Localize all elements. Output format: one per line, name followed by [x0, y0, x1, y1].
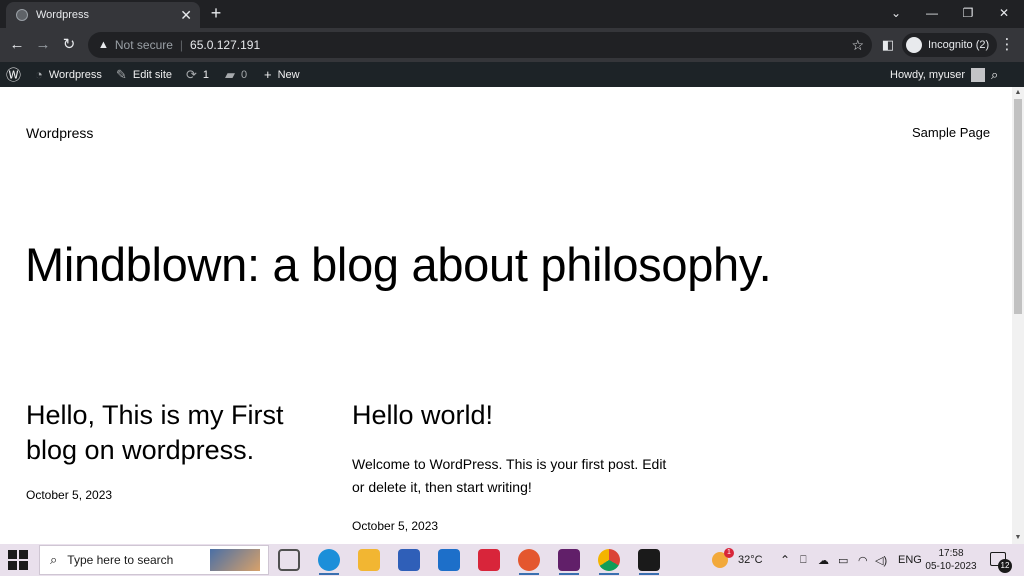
updates-icon: ⟳ [186, 66, 197, 82]
file-explorer-icon[interactable] [358, 549, 380, 571]
account-menu[interactable]: Howdy, myuser [890, 62, 985, 87]
url-text[interactable]: 65.0.127.191 [190, 38, 260, 52]
volume-icon[interactable]: ◁) [875, 544, 887, 576]
weather-temp: 32°C [738, 554, 763, 566]
edit-site-link[interactable]: ✎ Edit site [116, 62, 172, 87]
browser-tab[interactable]: Wordpress ✕ [6, 2, 200, 28]
browser-toolbar: ← → ↻ ▲ Not secure | 65.0.127.191 ☆ ◧ In… [0, 28, 1024, 62]
admin-site-name-label: Wordpress [48, 68, 102, 81]
taskbar-search-box[interactable]: ⌕ Type here to search [39, 545, 269, 575]
battery-icon[interactable]: ▭ [838, 544, 848, 576]
close-window-button[interactable]: ✕ [986, 2, 1022, 24]
microsoft-store-icon[interactable] [398, 549, 420, 571]
scroll-up-icon[interactable]: ▲ [1012, 87, 1024, 99]
search-icon: ⌕ [50, 552, 58, 567]
comments-link[interactable]: ▰ 0 [225, 62, 247, 87]
updates-count: 1 [202, 68, 210, 81]
todo-active-indicator [519, 573, 539, 575]
new-tab-button[interactable]: + [206, 3, 226, 23]
clock-time: 17:58 [938, 548, 964, 559]
admin-site-name[interactable]: ◔ Wordpress [35, 62, 102, 87]
back-button[interactable]: ← [6, 34, 28, 56]
weather-badge: 1 [724, 548, 734, 558]
brush-icon: ✎ [116, 66, 127, 82]
forward-button[interactable]: → [32, 34, 54, 56]
todo-app-icon[interactable] [518, 549, 540, 571]
notification-count: 12 [998, 559, 1012, 573]
omnibox-divider: | [179, 38, 184, 52]
task-view-icon[interactable] [278, 549, 300, 571]
wifi-icon[interactable]: ◠ [858, 544, 868, 576]
onedrive-icon[interactable]: ☁ [818, 544, 829, 576]
slack-icon[interactable] [558, 549, 580, 571]
tab-close-button[interactable]: ✕ [180, 7, 192, 24]
chrome-menu-icon[interactable]: ⋮ [996, 34, 1018, 56]
mail-icon[interactable] [438, 549, 460, 571]
new-content-link[interactable]: + New [264, 62, 300, 87]
site-title[interactable]: Wordpress [26, 125, 93, 141]
tab-search-icon[interactable]: ⌄ [878, 2, 914, 24]
show-hidden-icons[interactable]: ⌃ [780, 544, 790, 576]
dashboard-icon: ◔ [35, 67, 43, 82]
wp-admin-bar: Ⓦ ◔ Wordpress ✎ Edit site ⟳ 1 ▰ 0 + New … [0, 62, 1024, 87]
comment-icon: ▰ [225, 66, 235, 82]
howdy-greeting: Howdy, myuser [890, 68, 965, 81]
edge-active-indicator [319, 573, 339, 575]
browser-tab-strip: Wordpress ✕ + ⌄ — ❐ ✕ [0, 0, 1024, 28]
wp-logo-icon[interactable]: Ⓦ [6, 62, 27, 87]
side-panel-icon[interactable]: ◧ [877, 34, 899, 56]
comments-count: 0 [241, 68, 248, 81]
avatar [970, 67, 985, 82]
terminal-active-indicator [639, 573, 659, 575]
scroll-down-icon[interactable]: ▼ [1012, 532, 1024, 544]
gift-app-icon[interactable] [478, 549, 500, 571]
clock-date: 05-10-2023 [925, 561, 977, 572]
taskbar-clock[interactable]: 17:58 05-10-2023 [918, 547, 984, 573]
updates-link[interactable]: ⟳ 1 [186, 62, 209, 87]
incognito-icon [906, 37, 922, 53]
post-title[interactable]: Hello world! [352, 398, 493, 433]
edit-site-label: Edit site [132, 68, 173, 81]
page-content: Wordpress Sample Page Mindblown: a blog … [0, 87, 1012, 544]
tablet-icon[interactable]: ⎕ [800, 544, 807, 576]
post-date: October 5, 2023 [26, 488, 113, 502]
not-secure-label[interactable]: Not secure [115, 38, 173, 52]
incognito-badge[interactable]: Incognito (2) [902, 33, 998, 57]
chrome-active-indicator [599, 573, 619, 575]
globe-icon [16, 9, 28, 21]
hero-heading: Mindblown: a blog about philosophy. [25, 238, 772, 291]
edge-icon[interactable] [318, 549, 340, 571]
minimize-button[interactable]: — [914, 2, 950, 24]
nav-sample-page[interactable]: Sample Page [912, 125, 990, 140]
incognito-label: Incognito (2) [928, 39, 990, 51]
reload-button[interactable]: ↻ [58, 34, 80, 56]
tab-title: Wordpress [36, 9, 89, 21]
post-date: October 5, 2023 [352, 519, 439, 533]
taskbar-search-placeholder: Type here to search [67, 553, 174, 567]
bookmark-star-icon[interactable]: ☆ [851, 37, 864, 54]
weather-widget[interactable]: 1 32°C [712, 544, 763, 576]
search-highlight-image [210, 549, 260, 571]
warning-icon: ▲ [98, 39, 109, 51]
admin-search-icon[interactable]: ⌕ [991, 62, 1004, 87]
chrome-icon[interactable] [598, 549, 620, 571]
restore-button[interactable]: ❐ [950, 2, 986, 24]
slack-active-indicator [559, 573, 579, 575]
page-scrollbar[interactable]: ▲ ▼ [1012, 87, 1024, 544]
windows-taskbar: ⌕ Type here to search 1 32°C ⌃ ⎕ ☁ ▭ ◠ ◁… [0, 544, 1024, 576]
weather-icon: 1 [712, 548, 734, 568]
post-excerpt: Welcome to WordPress. This is your first… [352, 456, 667, 495]
post-title[interactable]: Hello, This is my First blog on wordpres… [26, 398, 316, 468]
terminal-icon[interactable] [638, 549, 660, 571]
plus-icon: + [264, 67, 272, 82]
scrollbar-thumb[interactable] [1014, 99, 1022, 314]
new-label: New [277, 68, 300, 81]
windows-start-icon[interactable] [8, 550, 28, 570]
address-bar[interactable]: ▲ Not secure | 65.0.127.191 ☆ [88, 32, 872, 58]
